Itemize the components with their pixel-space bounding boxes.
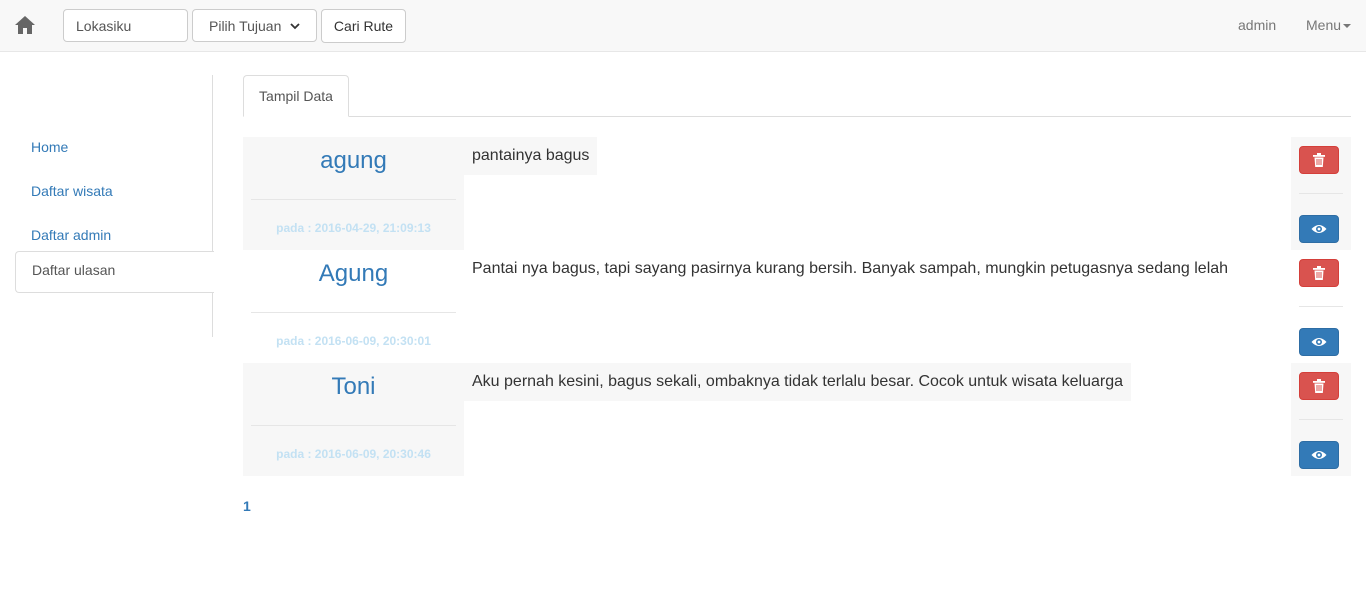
divider [1299,419,1343,420]
divider [251,425,456,426]
trash-icon [1313,153,1325,167]
review-text: Aku pernah kesini, bagus sekali, ombakny… [464,363,1132,401]
sidebar-item-home[interactable]: Home [15,129,213,171]
eye-icon [1311,451,1327,459]
review-date: pada : 2016-06-09, 20:30:46 [276,447,431,461]
sidebar-item-daftar-ulasan[interactable]: Daftar ulasan [15,251,214,293]
top-navbar: Pilih Tujuan Cari Rute admin Menu [0,0,1366,52]
user-link[interactable]: admin [1238,17,1276,33]
location-input[interactable] [63,9,188,42]
divider [1299,306,1343,307]
destination-select[interactable]: Pilih Tujuan [192,9,317,42]
review-row: Toni pada : 2016-06-09, 20:30:46 Aku per… [243,363,1351,476]
tab-tampil-data[interactable]: Tampil Data [243,75,349,117]
caret-down-icon [1343,24,1352,28]
review-author-panel: agung pada : 2016-04-29, 21:09:13 [243,137,464,250]
pagination-page-1[interactable]: 1 [243,498,251,514]
menu-dropdown[interactable]: Menu [1306,17,1352,33]
review-author[interactable]: Toni [243,373,464,401]
destination-select-value: Pilih Tujuan [209,17,282,34]
sidebar: Home Daftar wisata Daftar admin Daftar u… [0,75,214,337]
home-button[interactable] [13,14,37,36]
review-date: pada : 2016-04-29, 21:09:13 [276,221,431,235]
review-actions [1291,363,1351,476]
menu-label: Menu [1306,17,1342,33]
trash-icon [1313,266,1325,280]
review-actions [1291,137,1351,250]
sidebar-item-daftar-wisata[interactable]: Daftar wisata [15,173,213,215]
review-date: pada : 2016-06-09, 20:30:01 [276,334,431,348]
home-icon [15,16,35,34]
view-button[interactable] [1299,328,1339,356]
review-author[interactable]: Agung [243,260,464,288]
find-route-button[interactable]: Cari Rute [321,9,406,43]
delete-button[interactable] [1299,372,1339,400]
delete-button[interactable] [1299,259,1339,287]
eye-icon [1311,338,1327,346]
review-text: Pantai nya bagus, tapi sayang pasirnya k… [472,260,1229,277]
trash-icon [1313,379,1325,393]
divider [251,312,456,313]
review-text: pantainya bagus [464,137,598,175]
view-button[interactable] [1299,215,1339,243]
review-author[interactable]: agung [243,147,464,175]
divider [251,199,456,200]
view-button[interactable] [1299,441,1339,469]
divider [1299,193,1343,194]
review-row: agung pada : 2016-04-29, 21:09:13 pantai… [243,137,1351,250]
review-actions [1291,250,1351,363]
delete-button[interactable] [1299,146,1339,174]
review-row: Agung pada : 2016-06-09, 20:30:01 Pantai… [243,250,1351,363]
tab-bar: Tampil Data [243,75,1351,117]
eye-icon [1311,225,1327,233]
review-author-panel: Toni pada : 2016-06-09, 20:30:46 [243,363,464,476]
chevron-down-icon [290,22,300,29]
review-author-panel: Agung pada : 2016-06-09, 20:30:01 [243,250,464,363]
